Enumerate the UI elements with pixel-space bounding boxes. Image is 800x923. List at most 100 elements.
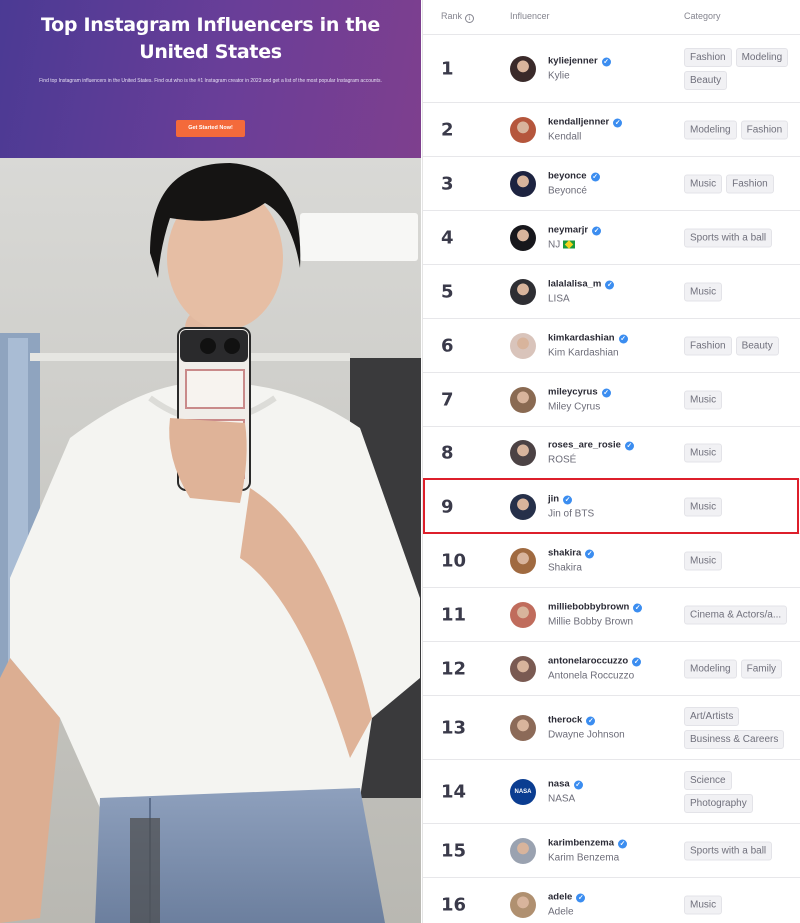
category-tag[interactable]: Fashion [740,120,789,139]
verified-badge-icon: ✓ [563,495,573,504]
avatar[interactable] [510,547,536,574]
verified-badge-icon: ✓ [576,893,586,902]
influencer-handle-link[interactable]: beyonce ✓ [548,169,600,183]
category-tag[interactable]: Business & Careers [684,729,785,749]
category-tag[interactable]: Modeling [735,47,789,67]
category-tag[interactable]: Music [684,443,723,463]
category-tag[interactable]: Music [684,390,723,409]
influencer-handle: beyonce [548,170,587,181]
influencer-name: Shakira [548,562,582,573]
table-row[interactable]: 13 therock ✓ Dwayne Johnson Art/Artists Busin… [423,696,800,760]
category-tag[interactable]: Music [684,551,723,570]
avatar[interactable] [510,891,536,918]
table-row[interactable]: 3 beyonce ✓ Beyoncé Music Fashion [423,157,800,211]
influencer-handle: kendalljenner [548,116,610,127]
category-tag[interactable]: Fashion [726,174,774,193]
table-row[interactable]: 7 mileycyrus ✓ Miley Cyrus Music [423,373,800,427]
table-row[interactable]: 9 jin ✓ Jin of BTS Music [423,480,800,534]
influencer-cell: milliebobbybrown ✓ Millie Bobby Brown [548,600,643,629]
influencer-handle-link[interactable]: milliebobbybrown ✓ [548,600,643,614]
influencer-name: Adele [548,906,574,917]
rank-column-header[interactable]: Rank i [441,11,475,23]
avatar[interactable] [510,837,536,864]
influencer-cell: adele ✓ Adele [548,890,586,919]
influencer-handle-link[interactable]: lalalalisa_m ✓ [548,277,615,291]
category-tag[interactable]: Modeling [684,659,737,678]
influencer-handle-link[interactable]: mileycyrus ✓ [548,385,611,399]
category-tag[interactable]: Beauty [735,336,779,355]
influencer-handle: therock [548,714,583,725]
category-tag[interactable]: Family [740,659,783,678]
avatar[interactable] [510,386,536,413]
influencer-handle-link[interactable]: kyliejenner ✓ [548,54,611,68]
influencer-handle-link[interactable]: karimbenzema ✓ [548,836,628,850]
category-tag[interactable]: Modeling [684,120,737,139]
influencer-name: Karim Benzema [548,852,620,863]
category-tag[interactable]: Photography [684,793,753,813]
table-row[interactable]: 10 shakira ✓ Shakira Music [423,534,800,588]
rank-number: 10 [441,550,467,571]
category-tag[interactable]: Fashion [684,336,732,355]
category-tag[interactable]: Cinema & Actors/a... [684,605,788,624]
influencer-handle: lalalalisa_m [548,278,602,289]
influencer-handle-link[interactable]: kendalljenner ✓ [548,115,623,129]
rank-number: 15 [441,840,467,861]
category-tag[interactable]: Sports with a ball [684,228,773,247]
category-tag[interactable]: Music [684,895,723,914]
get-started-button[interactable]: Get Started Now! [176,120,245,137]
influencer-handle-link[interactable]: jin ✓ [548,492,594,506]
influencer-handle-link[interactable]: nasa ✓ [548,777,583,791]
avatar[interactable] [510,224,536,251]
table-row[interactable]: 5 lalalalisa_m ✓ LISA Music [423,265,800,319]
category-tags: Music [684,893,796,916]
avatar[interactable] [510,170,536,197]
category-tag[interactable]: Science [684,770,732,790]
avatar[interactable] [510,655,536,682]
table-row[interactable]: 11 milliebobbybrown ✓ Millie Bobby Brown Cin… [423,588,800,642]
category-tag[interactable]: Beauty [684,70,728,90]
avatar[interactable] [510,493,536,520]
influencer-handle-link[interactable]: therock ✓ [548,713,625,727]
table-row[interactable]: 8 roses_are_rosie ✓ ROSÉ Music [423,427,800,480]
category-tags: Music Fashion [684,172,796,195]
category-tag[interactable]: Music [684,282,723,301]
influencer-handle: jin [548,493,560,504]
table-row[interactable]: 6 kimkardashian ✓ Kim Kardashian Fashion Beau… [423,319,800,373]
table-row[interactable]: 1 kyliejenner ✓ Kylie Fashion Modeling Beauty [423,35,800,103]
category-tag[interactable]: Art/Artists [684,706,740,726]
avatar[interactable] [510,601,536,628]
influencer-handle-link[interactable]: antonelaroccuzzo ✓ [548,654,642,668]
info-icon[interactable]: i [465,14,475,23]
table-row[interactable]: 2 kendalljenner ✓ Kendall Modeling Fashion [423,103,800,157]
table-header: Rank i Influencer Category [423,0,800,35]
table-row[interactable]: 15 karimbenzema ✓ Karim Benzema Sports with … [423,824,800,878]
avatar[interactable] [510,440,536,466]
avatar[interactable] [510,55,536,82]
influencer-handle-link[interactable]: neymarjr ✓ [548,223,602,237]
category-tag[interactable]: Music [684,174,723,193]
avatar[interactable] [510,332,536,359]
table-row[interactable]: 4 neymarjr ✓ NJ Sports with a ball [423,211,800,265]
rank-number: 14 [441,781,467,802]
table-row[interactable]: 12 antonelaroccuzzo ✓ Antonela Roccuzzo Mode… [423,642,800,696]
table-row[interactable]: 14 NASA nasa ✓ NASA Science Photography [423,760,800,824]
category-tags: Music [684,442,796,465]
category-tag[interactable]: Sports with a ball [684,841,773,860]
influencer-name: LISA [548,293,570,304]
avatar[interactable] [510,714,536,741]
avatar[interactable] [510,278,536,305]
verified-badge-icon: ✓ [624,441,634,451]
category-tag[interactable]: Fashion [684,47,732,67]
influencer-handle-link[interactable]: roses_are_rosie ✓ [548,439,634,453]
category-tag[interactable]: Music [684,497,723,516]
influencer-handle-link[interactable]: kimkardashian ✓ [548,331,628,345]
influencer-handle-link[interactable]: shakira ✓ [548,546,595,560]
table-row[interactable]: 16 adele ✓ Adele Music [423,878,800,923]
category-tags: Sports with a ball [684,226,796,249]
influencer-cell: karimbenzema ✓ Karim Benzema [548,836,628,865]
avatar[interactable]: NASA [510,778,536,805]
rank-number: 12 [441,658,467,679]
influencer-handle-link[interactable]: adele ✓ [548,890,586,904]
influencer-name: Beyoncé [548,185,587,196]
avatar[interactable] [510,116,536,143]
